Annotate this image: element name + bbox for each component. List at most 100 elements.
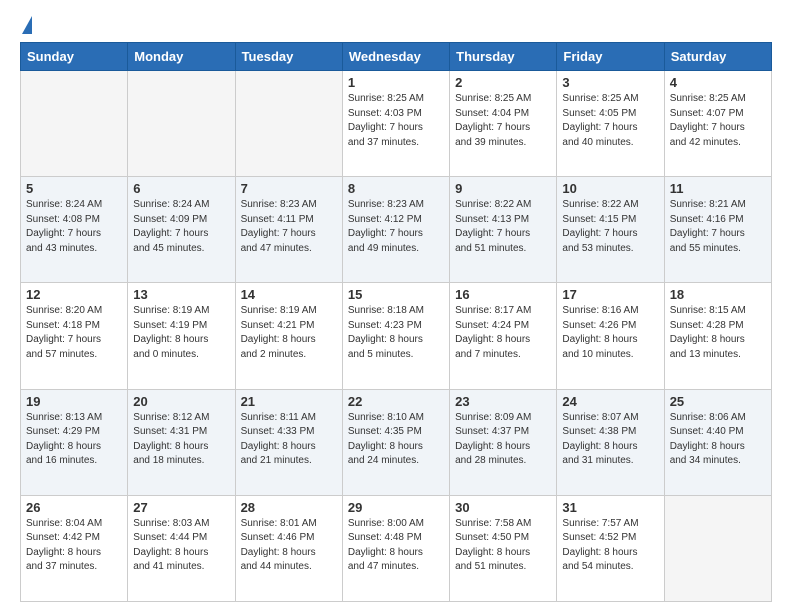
day-number: 28 [241,500,337,515]
day-number: 2 [455,75,551,90]
calendar-cell: 3 Sunrise: 8:25 AM Sunset: 4:05 PM Daylig… [557,71,664,177]
calendar-cell: 6Sunrise: 8:24 AM Sunset: 4:09 PM Daylig… [128,177,235,283]
week-row-1: 1Sunrise: 8:25 AM Sunset: 4:03 PM Daylig… [21,71,772,177]
week-row-4: 19 Sunrise: 8:13 AM Sunset: 4:29 PM Dayli… [21,389,772,495]
day-number: 11 [670,181,766,196]
weekday-header-thursday: Thursday [450,43,557,71]
calendar-cell: 5 Sunrise: 8:24 AM Sunset: 4:08 PM Daylig… [21,177,128,283]
day-number: 19 [26,394,122,409]
day-number: 23 [455,394,551,409]
day-number: 8 [348,181,444,196]
calendar-cell: 31 Sunrise: 7:57 AM Sunset: 4:52 PM Dayli… [557,495,664,601]
weekday-header-row: SundayMondayTuesdayWednesdayThursdayFrid… [21,43,772,71]
day-number: 10 [562,181,658,196]
day-info: Sunrise: 8:09 AM Sunset: 4:37 PM Dayligh… [455,411,551,469]
calendar-cell [664,495,771,601]
calendar-cell: 14 Sunrise: 8:19 AM Sunset: 4:21 PM Dayli… [235,283,342,389]
day-info: Sunrise: 8:15 AM Sunset: 4:28 PM Dayligh… [670,304,766,362]
day-info: Sunrise: 8:20 AM Sunset: 4:18 PM Dayligh… [26,304,122,362]
day-number: 21 [241,394,337,409]
day-number: 31 [562,500,658,515]
week-row-5: 26 Sunrise: 8:04 AM Sunset: 4:42 PM Dayli… [21,495,772,601]
day-info: Sunrise: 8:25 AM Sunset: 4:04 PM Dayligh… [455,92,551,150]
day-info: Sunrise: 8:04 AM Sunset: 4:42 PM Dayligh… [26,517,122,575]
day-info: Sunrise: 8:25 AM Sunset: 4:07 PM Dayligh… [670,92,766,150]
calendar-cell: 7 Sunrise: 8:23 AM Sunset: 4:11 PM Daylig… [235,177,342,283]
day-info: Sunrise: 8:23 AM Sunset: 4:11 PM Dayligh… [241,198,337,256]
weekday-header-wednesday: Wednesday [342,43,449,71]
day-number: 22 [348,394,444,409]
day-info: Sunrise: 7:57 AM Sunset: 4:52 PM Dayligh… [562,517,658,575]
calendar-cell: 25 Sunrise: 8:06 AM Sunset: 4:40 PM Dayli… [664,389,771,495]
calendar-cell: 27 Sunrise: 8:03 AM Sunset: 4:44 PM Dayli… [128,495,235,601]
week-row-3: 12Sunrise: 8:20 AM Sunset: 4:18 PM Dayli… [21,283,772,389]
day-number: 24 [562,394,658,409]
calendar-cell: 19 Sunrise: 8:13 AM Sunset: 4:29 PM Dayli… [21,389,128,495]
day-info: Sunrise: 8:24 AM Sunset: 4:08 PM Dayligh… [26,198,122,256]
calendar-cell: 21 Sunrise: 8:11 AM Sunset: 4:33 PM Dayli… [235,389,342,495]
day-number: 14 [241,287,337,302]
calendar-cell: 11 Sunrise: 8:21 AM Sunset: 4:16 PM Dayli… [664,177,771,283]
calendar-cell [235,71,342,177]
day-info: Sunrise: 8:07 AM Sunset: 4:38 PM Dayligh… [562,411,658,469]
page: SundayMondayTuesdayWednesdayThursdayFrid… [0,0,792,612]
weekday-header-saturday: Saturday [664,43,771,71]
day-number: 9 [455,181,551,196]
calendar-cell: 9 Sunrise: 8:22 AM Sunset: 4:13 PM Daylig… [450,177,557,283]
calendar-cell: 29Sunrise: 8:00 AM Sunset: 4:48 PM Dayli… [342,495,449,601]
day-info: Sunrise: 8:17 AM Sunset: 4:24 PM Dayligh… [455,304,551,362]
day-number: 1 [348,75,444,90]
day-number: 15 [348,287,444,302]
day-info: Sunrise: 8:18 AM Sunset: 4:23 PM Dayligh… [348,304,444,362]
day-number: 20 [133,394,229,409]
calendar-cell: 22 Sunrise: 8:10 AM Sunset: 4:35 PM Dayli… [342,389,449,495]
day-number: 4 [670,75,766,90]
weekday-header-friday: Friday [557,43,664,71]
calendar-cell: 13Sunrise: 8:19 AM Sunset: 4:19 PM Dayli… [128,283,235,389]
day-info: Sunrise: 8:19 AM Sunset: 4:21 PM Dayligh… [241,304,337,362]
day-info: Sunrise: 8:13 AM Sunset: 4:29 PM Dayligh… [26,411,122,469]
calendar-cell: 30 Sunrise: 7:58 AM Sunset: 4:50 PM Dayli… [450,495,557,601]
header [20,16,772,34]
day-info: Sunrise: 8:12 AM Sunset: 4:31 PM Dayligh… [133,411,229,469]
day-number: 17 [562,287,658,302]
weekday-header-monday: Monday [128,43,235,71]
day-number: 30 [455,500,551,515]
calendar-cell: 24 Sunrise: 8:07 AM Sunset: 4:38 PM Dayli… [557,389,664,495]
calendar: SundayMondayTuesdayWednesdayThursdayFrid… [20,42,772,602]
day-info: Sunrise: 8:23 AM Sunset: 4:12 PM Dayligh… [348,198,444,256]
day-number: 26 [26,500,122,515]
calendar-cell [21,71,128,177]
day-info: Sunrise: 8:22 AM Sunset: 4:13 PM Dayligh… [455,198,551,256]
day-info: Sunrise: 8:03 AM Sunset: 4:44 PM Dayligh… [133,517,229,575]
day-number: 5 [26,181,122,196]
day-info: Sunrise: 7:58 AM Sunset: 4:50 PM Dayligh… [455,517,551,575]
calendar-cell: 8 Sunrise: 8:23 AM Sunset: 4:12 PM Daylig… [342,177,449,283]
day-info: Sunrise: 8:21 AM Sunset: 4:16 PM Dayligh… [670,198,766,256]
day-number: 13 [133,287,229,302]
calendar-cell [128,71,235,177]
day-info: Sunrise: 8:10 AM Sunset: 4:35 PM Dayligh… [348,411,444,469]
day-number: 3 [562,75,658,90]
calendar-cell: 2 Sunrise: 8:25 AM Sunset: 4:04 PM Daylig… [450,71,557,177]
calendar-cell: 28 Sunrise: 8:01 AM Sunset: 4:46 PM Dayli… [235,495,342,601]
day-number: 7 [241,181,337,196]
calendar-cell: 12Sunrise: 8:20 AM Sunset: 4:18 PM Dayli… [21,283,128,389]
day-info: Sunrise: 8:06 AM Sunset: 4:40 PM Dayligh… [670,411,766,469]
day-number: 25 [670,394,766,409]
day-info: Sunrise: 8:00 AM Sunset: 4:48 PM Dayligh… [348,517,444,575]
weekday-header-tuesday: Tuesday [235,43,342,71]
day-info: Sunrise: 8:24 AM Sunset: 4:09 PM Dayligh… [133,198,229,256]
day-number: 18 [670,287,766,302]
weekday-header-sunday: Sunday [21,43,128,71]
day-info: Sunrise: 8:22 AM Sunset: 4:15 PM Dayligh… [562,198,658,256]
day-info: Sunrise: 8:01 AM Sunset: 4:46 PM Dayligh… [241,517,337,575]
calendar-cell: 16 Sunrise: 8:17 AM Sunset: 4:24 PM Dayli… [450,283,557,389]
calendar-cell: 18 Sunrise: 8:15 AM Sunset: 4:28 PM Dayli… [664,283,771,389]
calendar-cell: 20 Sunrise: 8:12 AM Sunset: 4:31 PM Dayli… [128,389,235,495]
day-info: Sunrise: 8:25 AM Sunset: 4:05 PM Dayligh… [562,92,658,150]
day-number: 16 [455,287,551,302]
day-info: Sunrise: 8:11 AM Sunset: 4:33 PM Dayligh… [241,411,337,469]
day-number: 27 [133,500,229,515]
calendar-cell: 26 Sunrise: 8:04 AM Sunset: 4:42 PM Dayli… [21,495,128,601]
